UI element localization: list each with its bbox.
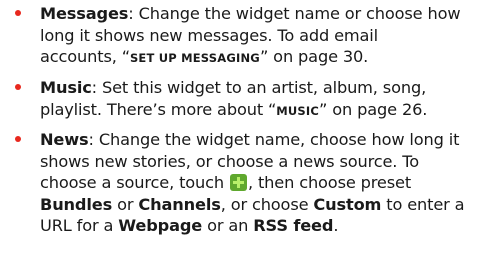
- bullet-icon: [15, 10, 21, 16]
- line: Messages: Change the widget name or choo…: [40, 3, 480, 25]
- bullet-icon: [15, 84, 21, 90]
- term-webpage: Webpage: [118, 216, 203, 235]
- cross-reference-set-up-messaging: Set up messaging: [129, 51, 260, 65]
- list-item-news: News: Change the widget name, choose how…: [15, 129, 480, 237]
- text: ” on page 26.: [319, 99, 428, 119]
- text: : Change the widget name or choose how: [128, 4, 461, 23]
- text: : Change the widget name, choose how lon…: [88, 130, 460, 149]
- line: playlist. There’s more about “Music” on …: [40, 99, 480, 123]
- text: : Set this widget to an artist, album, s…: [91, 78, 427, 97]
- list-item-messages: Messages: Change the widget name or choo…: [15, 3, 480, 70]
- plus-icon: [229, 174, 247, 191]
- widget-settings-list: Messages: Change the widget name or choo…: [0, 0, 486, 256]
- line: long it shows new messages. To add email: [40, 25, 480, 47]
- line: URL for a Webpage or an RSS feed.: [40, 215, 480, 237]
- text: , then choose preset: [247, 173, 412, 192]
- line: Bundles or Channels, or choose Custom to…: [40, 194, 480, 216]
- text: or: [112, 194, 139, 214]
- term-music: Music: [40, 78, 92, 97]
- text: .: [333, 216, 339, 235]
- line: News: Change the widget name, choose how…: [40, 129, 480, 151]
- text: choose a source, touch: [40, 173, 229, 192]
- term-messages: Messages: [40, 4, 129, 23]
- cross-reference-music: Music: [276, 103, 320, 118]
- line: Music: Set this widget to an artist, alb…: [40, 77, 480, 99]
- text: , or choose: [220, 194, 314, 214]
- term-rss-feed: RSS feed: [253, 216, 334, 235]
- term-custom: Custom: [313, 194, 382, 214]
- term-bundles: Bundles: [40, 194, 113, 214]
- bullet-icon: [15, 136, 21, 142]
- text: shows new stories, or choose a news sour…: [40, 151, 420, 171]
- term-channels: Channels: [138, 194, 221, 214]
- line: accounts, “Set up messaging” on page 30.: [40, 46, 480, 70]
- line: shows new stories, or choose a news sour…: [40, 151, 480, 173]
- term-news: News: [40, 130, 89, 149]
- text: to enter a: [381, 194, 465, 214]
- text: ” on page 30.: [259, 47, 369, 66]
- text: URL for a: [40, 216, 119, 235]
- text: accounts, “: [40, 47, 130, 66]
- text: playlist. There’s more about “: [40, 99, 277, 119]
- list-item-music: Music: Set this widget to an artist, alb…: [15, 77, 480, 123]
- line: choose a source, touch , then choose pre…: [40, 172, 480, 194]
- text: or an: [202, 216, 254, 235]
- text: long it shows new messages. To add email: [40, 25, 379, 45]
